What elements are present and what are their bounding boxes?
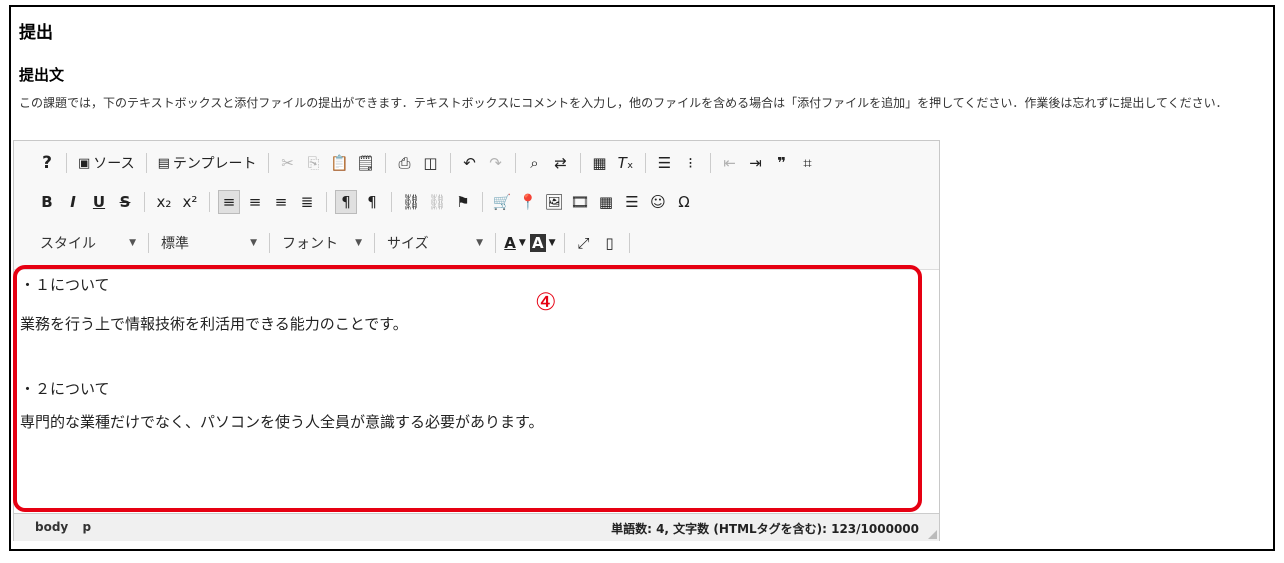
indent-icon[interactable]: ⇥: [745, 151, 767, 175]
numbered-list-icon[interactable]: ☰: [654, 151, 676, 175]
toolbar-row-1: ? ▣ ソース ▤ テンプレート ✂ ⎘ 📋 🗒 ⎙ ◫ ↶ ↷ ⌕ ⇄ ▦ Tₓ …: [34, 150, 821, 176]
remove-format-icon[interactable]: Tₓ: [615, 151, 637, 175]
replace-icon[interactable]: ⇄: [550, 151, 572, 175]
path-p[interactable]: p: [82, 520, 91, 534]
find-icon[interactable]: ⌕: [524, 151, 546, 175]
align-left-icon[interactable]: ≡: [218, 190, 240, 214]
chevron-down-icon: ▼: [129, 238, 136, 248]
source-icon: ▣: [78, 155, 91, 171]
toolbar-row-2: B I U S x₂ x² ≡ ≡ ≡ ≣ ¶ ¶ ⛓ ⛓ ⚑ 🛒 📍 🖼 🎞 …: [34, 189, 697, 215]
toolbar-row-3: スタイル ▼ 標準 ▼ フォント ▼ サイズ ▼ A ▼ A ▼ ⤢ ▯: [34, 230, 636, 256]
copy-icon[interactable]: ⎘: [303, 151, 325, 175]
video-icon[interactable]: 🎞: [569, 190, 591, 214]
template-button[interactable]: ▤ テンプレート: [155, 151, 260, 175]
superscript-icon[interactable]: x²: [179, 190, 201, 214]
blockquote-icon[interactable]: ❞: [771, 151, 793, 175]
align-right-icon[interactable]: ≡: [270, 190, 292, 214]
format-dropdown[interactable]: 標準 ▼: [155, 231, 263, 255]
text-color-button[interactable]: A ▼: [504, 231, 526, 255]
subscript-icon[interactable]: x₂: [153, 190, 175, 214]
bg-color-button[interactable]: A ▼: [530, 231, 556, 255]
cart-icon[interactable]: 🛒: [491, 190, 513, 214]
italic-button[interactable]: I: [62, 190, 84, 214]
ltr-icon[interactable]: ¶: [335, 190, 357, 214]
resize-grip-icon[interactable]: [928, 530, 937, 539]
styles-dropdown[interactable]: スタイル ▼: [34, 231, 142, 255]
help-button[interactable]: ?: [36, 151, 58, 175]
pin-icon[interactable]: 📍: [517, 190, 539, 214]
rtl-icon[interactable]: ¶: [361, 190, 383, 214]
font-dropdown[interactable]: フォント ▼: [276, 231, 368, 255]
link-icon[interactable]: ⛓: [400, 190, 422, 214]
undo-icon[interactable]: ↶: [459, 151, 481, 175]
section-title: 提出: [19, 23, 53, 43]
chevron-down-icon: ▼: [250, 238, 257, 248]
preview-icon[interactable]: ◫: [420, 151, 442, 175]
cut-icon[interactable]: ✂: [277, 151, 299, 175]
div-container-icon[interactable]: ⌗: [797, 151, 819, 175]
size-dropdown[interactable]: サイズ ▼: [381, 231, 489, 255]
source-button[interactable]: ▣ ソース: [75, 151, 138, 175]
select-all-icon[interactable]: ▦: [589, 151, 611, 175]
assignment-description: この課題では，下のテキストボックスと添付ファイルの提出ができます．テキストボック…: [19, 96, 1228, 110]
align-center-icon[interactable]: ≡: [244, 190, 266, 214]
annotation-marker: ④: [535, 288, 557, 316]
align-justify-icon[interactable]: ≣: [296, 190, 318, 214]
bulleted-list-icon[interactable]: ⁝: [680, 151, 702, 175]
underline-button[interactable]: U: [88, 190, 110, 214]
show-blocks-icon[interactable]: ▯: [599, 231, 621, 255]
editor-toolbar: ? ▣ ソース ▤ テンプレート ✂ ⎘ 📋 🗒 ⎙ ◫ ↶ ↷ ⌕ ⇄ ▦ Tₓ …: [14, 141, 939, 269]
element-path: body p: [35, 520, 101, 534]
paste-icon[interactable]: 📋: [329, 151, 351, 175]
smiley-icon[interactable]: ☺: [647, 190, 669, 214]
anchor-flag-icon[interactable]: ⚑: [452, 190, 474, 214]
outdent-icon[interactable]: ⇤: [719, 151, 741, 175]
annotation-highlight-box: [13, 265, 922, 512]
editor-status-bar: body p 単語数: 4, 文字数 (HTMLタグを含む): 123/1000…: [14, 513, 939, 541]
maximize-icon[interactable]: ⤢: [573, 231, 595, 255]
print-icon[interactable]: ⎙: [394, 151, 416, 175]
template-icon: ▤: [157, 155, 170, 171]
paste-text-icon[interactable]: 🗒: [355, 151, 377, 175]
path-body[interactable]: body: [35, 520, 68, 534]
bold-button[interactable]: B: [36, 190, 58, 214]
word-count: 単語数: 4, 文字数 (HTMLタグを含む): 123/1000000: [611, 522, 919, 536]
chevron-down-icon: ▼: [476, 238, 483, 248]
redo-icon[interactable]: ↷: [485, 151, 507, 175]
table-icon[interactable]: ▦: [595, 190, 617, 214]
image-icon[interactable]: 🖼: [543, 190, 565, 214]
subsection-title: 提出文: [19, 66, 65, 84]
unlink-icon[interactable]: ⛓: [426, 190, 448, 214]
chevron-down-icon: ▼: [355, 238, 362, 248]
horizontal-rule-icon[interactable]: ☰: [621, 190, 643, 214]
special-char-button[interactable]: Ω: [673, 190, 695, 214]
strikethrough-button[interactable]: S: [114, 190, 136, 214]
